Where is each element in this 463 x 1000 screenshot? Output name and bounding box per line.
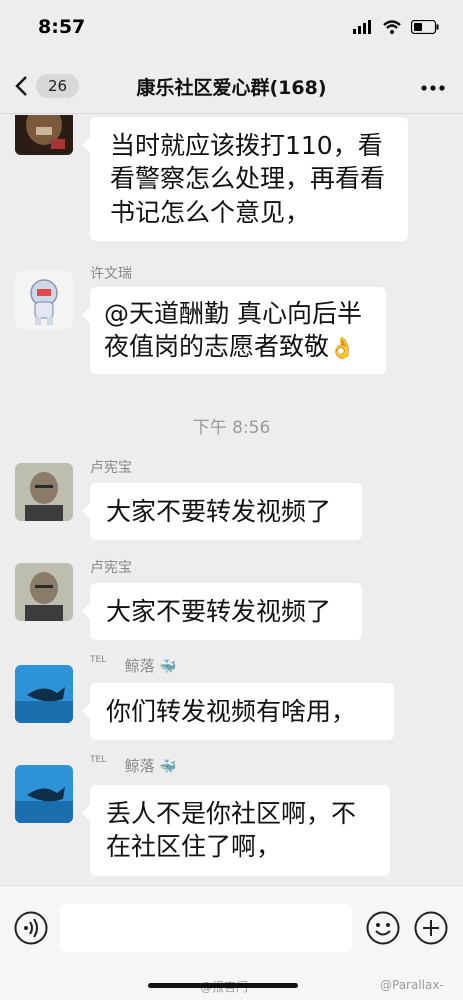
- status-bar: 8:57: [0, 0, 463, 56]
- watermark-right: @Parallax-: [380, 978, 444, 992]
- more-button[interactable]: [421, 76, 445, 95]
- message-text: 大家不要转发视频了: [106, 497, 332, 526]
- astronaut-avatar[interactable]: [15, 271, 73, 329]
- portrait-avatar[interactable]: [15, 463, 73, 521]
- whale-emoji: 🐳: [159, 759, 177, 775]
- signal-icon: [353, 20, 371, 34]
- sender-name: TEL 鲸落 🐳: [90, 655, 177, 676]
- voice-button[interactable]: [14, 911, 48, 949]
- sender-name: 卢宪宝: [90, 460, 132, 476]
- chat-list[interactable]: 当时就应该拨打110，看看警察怎么处理，再看看书记怎么个意见， 许文瑞 @天道酬…: [0, 115, 463, 885]
- home-indicator: [148, 983, 298, 988]
- battery-icon: [411, 20, 439, 34]
- chat-title: 康乐社区爱心群(168): [136, 77, 327, 99]
- message-bubble[interactable]: 大家不要转发视频了: [82, 583, 362, 641]
- portrait-image: [15, 463, 73, 521]
- portrait-image: [15, 563, 73, 621]
- message-bubble[interactable]: 你们转发视频有啥用，: [82, 683, 394, 741]
- sender-name: 卢宪宝: [90, 560, 132, 576]
- whale-avatar[interactable]: [15, 765, 73, 823]
- sender-label: 鲸落: [124, 657, 155, 675]
- message-text: 你们转发视频有啥用，: [106, 697, 357, 726]
- message-bubble[interactable]: 丢人不是你社区啊，不在社区住了啊，: [82, 785, 390, 876]
- whale-image: [15, 665, 73, 723]
- smiley-icon: [366, 911, 400, 945]
- sender-name: 许文瑞: [90, 266, 132, 282]
- whale-image: [15, 765, 73, 823]
- message-bubble[interactable]: 当时就应该拨打110，看看警察怎么处理，再看看书记怎么个意见，: [82, 117, 408, 241]
- message-text: @天道酬勤 真心向后半夜值岗的志愿者致敬: [104, 299, 362, 362]
- message-text: 丢人不是你社区啊，不在社区住了啊，: [106, 799, 357, 862]
- sender-prefix: TEL: [90, 755, 107, 765]
- status-icons: [353, 20, 439, 34]
- sender-prefix: TEL: [90, 655, 107, 665]
- plus-button[interactable]: [414, 911, 448, 949]
- ok-hand-emoji: 👌: [329, 336, 356, 361]
- portrait-avatar[interactable]: [15, 563, 73, 621]
- message-bubble[interactable]: 大家不要转发视频了: [82, 483, 362, 541]
- cat-image: [15, 115, 73, 155]
- cat-avatar[interactable]: [15, 115, 73, 155]
- message-text: 当时就应该拨打110，看看警察怎么处理，再看看书记怎么个意见，: [110, 131, 386, 227]
- message-input[interactable]: [60, 904, 352, 952]
- message-text: 大家不要转发视频了: [106, 597, 332, 626]
- more-icon: [421, 85, 445, 91]
- chat-header: 26 康乐社区爱心群(168): [0, 56, 463, 114]
- sender-label: 鲸落: [124, 757, 155, 775]
- message-bubble[interactable]: @天道酬勤 真心向后半夜值岗的志愿者致敬👌: [82, 287, 386, 374]
- sender-name: TEL 鲸落 🐳: [90, 755, 177, 776]
- astronaut-image: [15, 271, 73, 329]
- voice-icon: [14, 911, 48, 945]
- time-separator: 下午 8:56: [192, 418, 271, 438]
- plus-icon: [414, 911, 448, 945]
- whale-emoji: 🐳: [159, 659, 177, 675]
- wifi-icon: [383, 20, 401, 34]
- emoji-button[interactable]: [366, 911, 400, 949]
- status-time: 8:57: [38, 16, 86, 38]
- whale-avatar[interactable]: [15, 665, 73, 723]
